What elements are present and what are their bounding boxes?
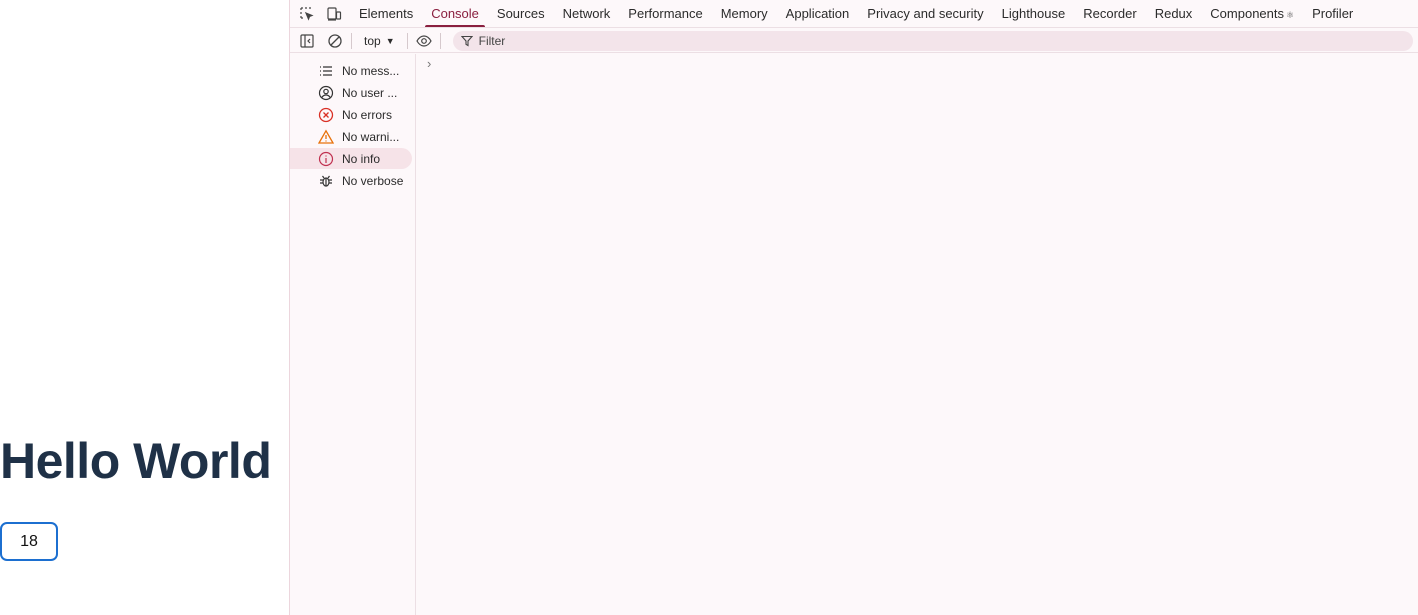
sidebar-item-warning[interactable]: No warni... [290,126,412,147]
chevron-down-icon: ▼ [385,35,395,46]
console-toolbar: top ▼ Filter [290,29,1418,53]
toolbar-divider [351,32,352,49]
user-icon [318,85,342,101]
context-label: top [364,33,381,48]
console-sidebar: No mess... No user ... No errors No warni..… [290,54,416,615]
tab-label: Application [785,5,850,21]
devtools-tabbar: Elements Console Sources Network Performance… [290,0,1418,28]
tab-privacy-and-security[interactable]: Privacy and security [858,0,992,27]
inspected-page: Hello World 18 [0,0,289,615]
tab-label: Console [431,5,479,21]
sidebar-toggle-icon[interactable] [297,31,317,51]
sidebar-item-error[interactable]: No errors [290,104,412,125]
tab-performance[interactable]: Performance [619,0,711,27]
tab-components[interactable]: Components ⚛ [1201,0,1303,27]
count-input[interactable]: 18 [0,522,58,561]
tab-label: Components [1210,5,1284,21]
sidebar-item-label: No errors [342,107,393,122]
live-expression-eye-icon[interactable] [414,31,434,51]
filter-placeholder: Filter [478,33,506,48]
page-heading: Hello World [0,433,272,489]
inspect-element-icon[interactable] [297,4,317,24]
tab-network[interactable]: Network [554,0,620,27]
tab-label: Performance [628,5,703,21]
toolbar-divider [439,32,441,49]
tab-label: Lighthouse [1001,5,1066,21]
tab-lighthouse[interactable]: Lighthouse [993,0,1075,27]
sidebar-item-label: No mess... [342,63,400,78]
sidebar-item-label: No warni... [342,129,400,144]
tab-elements[interactable]: Elements [350,0,422,27]
tab-console[interactable]: Console [422,0,488,27]
tab-label: Memory [720,5,768,21]
sidebar-item-label: No info [342,151,381,166]
console-prompt[interactable]: › [427,56,431,71]
tab-redux[interactable]: Redux [1146,0,1202,27]
filter-input[interactable]: Filter [452,30,1413,51]
tab-label: Sources [496,5,545,21]
list-icon [318,63,342,79]
toolbar-divider [406,32,408,49]
tab-memory[interactable]: Memory [712,0,777,27]
tab-recorder[interactable]: Recorder [1074,0,1145,27]
sidebar-item-list[interactable]: No mess... [290,60,412,81]
error-icon [318,107,342,123]
tab-label: Privacy and security [867,5,984,21]
sidebar-item-label: No verbose [342,173,404,188]
tab-label: Elements [359,5,414,21]
tab-sources[interactable]: Sources [488,0,554,27]
tab-label: Redux [1154,5,1193,21]
tab-label: Profiler [1312,5,1354,21]
tab-label: Recorder [1083,5,1137,21]
react-icon: ⚛ [1286,9,1295,20]
tab-label: Network [562,5,611,21]
devtools-panel: Elements Console Sources Network Performance… [289,0,1418,615]
tab-application[interactable]: Application [777,0,859,27]
filter-icon [460,35,473,46]
warning-icon [318,128,342,145]
sidebar-item-label: No user ... [342,85,398,100]
bug-icon [318,173,342,189]
tab-profiler[interactable]: Profiler [1303,0,1362,27]
console-output[interactable]: › [417,54,1418,615]
info-icon [318,151,342,167]
context-selector[interactable]: top ▼ [358,34,401,48]
sidebar-item-user[interactable]: No user ... [290,82,412,103]
sidebar-item-info[interactable]: No info [290,148,412,169]
clear-console-icon[interactable] [325,31,345,51]
device-toolbar-icon[interactable] [324,4,344,24]
sidebar-item-bug[interactable]: No verbose [290,170,412,191]
